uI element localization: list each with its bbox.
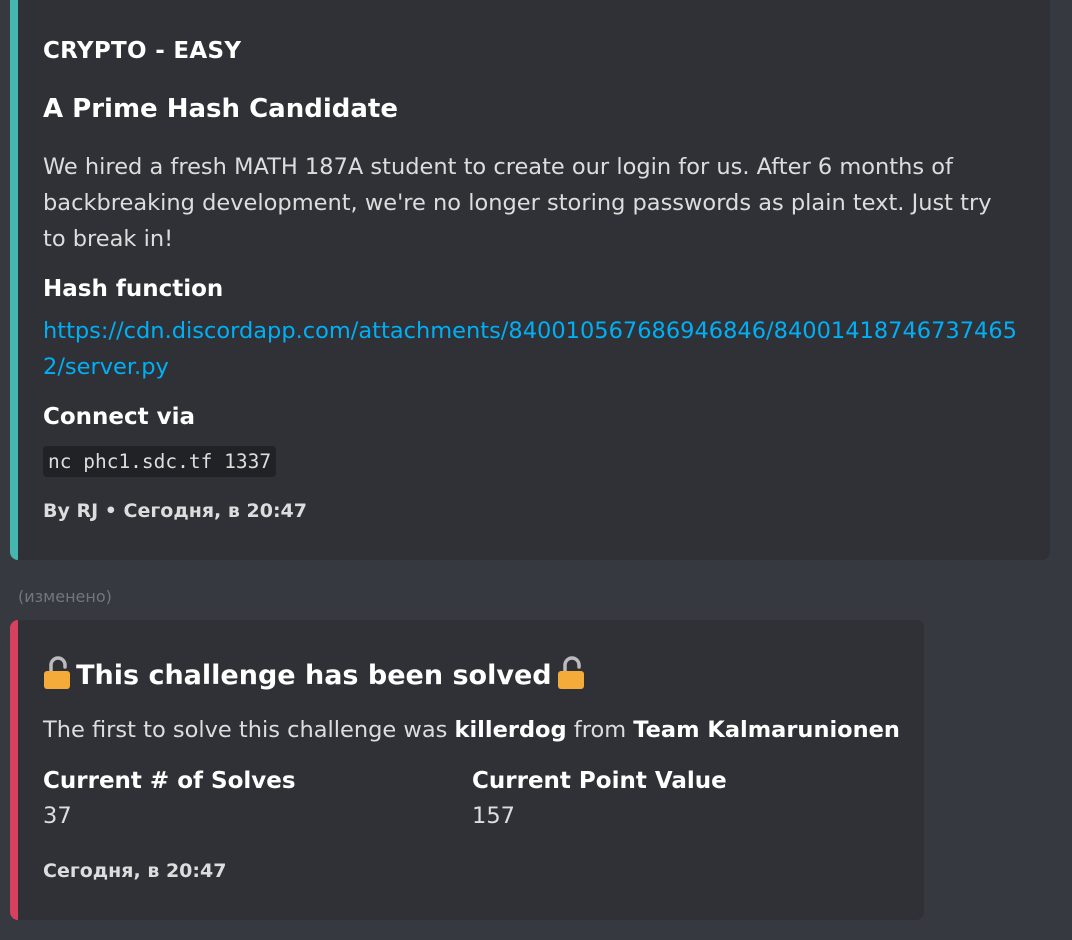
field-name-points: Current Point Value: [472, 768, 727, 794]
challenge-title: A Prime Hash Candidate: [43, 94, 398, 124]
hash-function-link[interactable]: https://cdn.discordapp.com/attachments/8…: [43, 318, 1017, 380]
field-name-solves: Current # of Solves: [43, 768, 296, 794]
edited-label: (изменено): [18, 587, 112, 606]
embed-author: CRYPTO - EASY: [43, 38, 1026, 64]
embed-footer: Сегодня, в 20:47: [43, 860, 227, 882]
embed-accent-bar: [10, 620, 18, 920]
challenge-category: CRYPTO - EASY: [43, 38, 242, 64]
solved-embed: This challenge has been solved The first…: [10, 620, 924, 920]
open-lock-icon: [557, 656, 585, 690]
solver-name: killerdog: [454, 717, 567, 743]
field-name-connect-via: Connect via: [43, 404, 196, 430]
solves-value: 37: [43, 803, 72, 829]
solved-title: This challenge has been solved: [76, 660, 552, 691]
open-lock-icon: [43, 656, 71, 690]
field-name-hash-function: Hash function: [43, 276, 224, 302]
solved-desc-middle: from: [566, 717, 634, 743]
connect-command-code: nc phc1.sdc.tf 1337: [43, 446, 277, 477]
challenge-embed: CRYPTO - EASY A Prime Hash Candidate We …: [10, 0, 1050, 560]
embed-accent-bar: [10, 0, 18, 560]
challenge-description: We hired a fresh MATH 187A student to cr…: [43, 154, 992, 252]
solved-description: The first to solve this challenge was ki…: [43, 712, 900, 748]
team-name: Team Kalmarunionen: [633, 717, 900, 743]
points-value: 157: [472, 803, 515, 829]
solved-desc-prefix: The first to solve this challenge was: [43, 717, 455, 743]
embed-footer: By RJ • Сегодня, в 20:47: [43, 500, 307, 522]
